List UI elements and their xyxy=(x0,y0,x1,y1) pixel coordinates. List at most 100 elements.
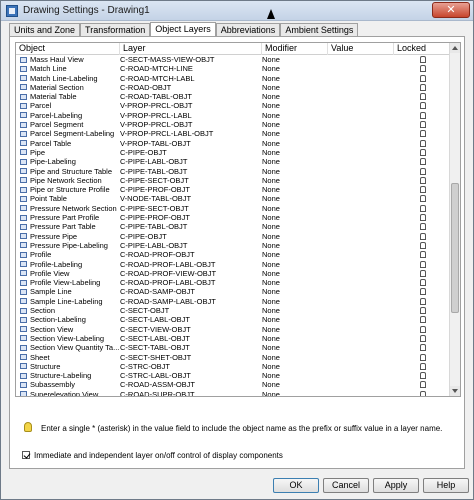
table-row[interactable]: Point Table V-NODE-TABL-OBJT None xyxy=(16,194,450,203)
lock-icon[interactable] xyxy=(420,325,426,333)
table-row[interactable]: Pipe Network Section C-PIPE-SECT-OBJT None xyxy=(16,176,450,185)
modifier-value[interactable]: None xyxy=(262,204,322,213)
independent-layer-control-checkbox[interactable] xyxy=(22,451,30,459)
table-row[interactable]: Section View C-SECT-VIEW-OBJT None xyxy=(16,325,450,334)
lock-icon[interactable] xyxy=(420,223,426,231)
modifier-value[interactable]: None xyxy=(262,74,322,83)
tab-units-and-zone[interactable]: Units and Zone xyxy=(9,23,81,37)
lock-icon[interactable] xyxy=(420,390,426,396)
table-row[interactable]: Pressure Part Profile C-PIPE-PROF-OBJT Non… xyxy=(16,213,450,222)
table-row[interactable]: Section-Labeling C-SECT-LABL-OBJT None xyxy=(16,315,450,324)
lock-icon[interactable] xyxy=(420,307,426,315)
layer-name[interactable]: C-SECT-MASS-VIEW-OBJT xyxy=(120,55,260,64)
lock-icon[interactable] xyxy=(420,111,426,119)
table-row[interactable]: Pipe-Labeling C-PIPE-LABL-OBJT None xyxy=(16,157,450,166)
lock-icon[interactable] xyxy=(420,316,426,324)
layer-name[interactable]: C-ROAD-OBJT xyxy=(120,83,260,92)
column-header-layer[interactable]: Layer xyxy=(120,43,262,55)
layer-name[interactable]: C-STRC-LABL-OBJT xyxy=(120,371,260,380)
scroll-down-icon[interactable] xyxy=(450,386,460,396)
lock-icon[interactable] xyxy=(420,251,426,259)
modifier-value[interactable]: None xyxy=(262,287,322,296)
lock-icon[interactable] xyxy=(420,186,426,194)
lock-icon[interactable] xyxy=(420,130,426,138)
lock-icon[interactable] xyxy=(420,56,426,63)
lock-icon[interactable] xyxy=(420,65,426,73)
modifier-value[interactable]: None xyxy=(262,157,322,166)
layer-name[interactable]: C-SECT-LABL-OBJT xyxy=(120,334,260,343)
modifier-value[interactable]: None xyxy=(262,167,322,176)
table-row[interactable]: Subassembly C-ROAD-ASSM-OBJT None xyxy=(16,380,450,389)
tab-abbreviations[interactable]: Abbreviations xyxy=(215,23,281,37)
modifier-value[interactable]: None xyxy=(262,176,322,185)
layer-name[interactable]: V-PROP-PRCL-OBJT xyxy=(120,101,260,110)
modifier-value[interactable]: None xyxy=(262,260,322,269)
column-header-object[interactable]: Object xyxy=(16,43,120,55)
table-row[interactable]: Match Line C-ROAD-MTCH-LINE None xyxy=(16,64,450,73)
lock-icon[interactable] xyxy=(420,297,426,305)
table-row[interactable]: Profile View-Labeling C-ROAD-PROF-LABL-OB… xyxy=(16,278,450,287)
table-row[interactable]: Pipe and Structure Table C-PIPE-TABL-OBJT… xyxy=(16,167,450,176)
lock-icon[interactable] xyxy=(420,102,426,110)
tab-ambient-settings[interactable]: Ambient Settings xyxy=(280,23,359,37)
modifier-value[interactable]: None xyxy=(262,101,322,110)
modifier-value[interactable]: None xyxy=(262,139,322,148)
layer-name[interactable]: C-SECT-VIEW-OBJT xyxy=(120,325,260,334)
lock-icon[interactable] xyxy=(420,344,426,352)
layer-name[interactable]: C-PIPE-TABL-OBJT xyxy=(120,222,260,231)
modifier-value[interactable]: None xyxy=(262,222,322,231)
layer-name[interactable]: C-ROAD-TABL-OBJT xyxy=(120,92,260,101)
modifier-value[interactable]: None xyxy=(262,185,322,194)
lock-icon[interactable] xyxy=(420,176,426,184)
layer-name[interactable]: C-ROAD-PROF-LABL-OBJT xyxy=(120,260,260,269)
layer-name[interactable]: C-PIPE-TABL-OBJT xyxy=(120,167,260,176)
scroll-thumb[interactable] xyxy=(451,183,459,313)
layer-name[interactable]: C-ROAD-ASSM-OBJT xyxy=(120,380,260,389)
layer-name[interactable]: C-PIPE-LABL-OBJT xyxy=(120,241,260,250)
layer-name[interactable]: C-ROAD-PROF-LABL-OBJT xyxy=(120,278,260,287)
tab-transformation[interactable]: Transformation xyxy=(80,23,151,37)
table-row[interactable]: Pressure Pipe-Labeling C-PIPE-LABL-OBJT No… xyxy=(16,241,450,250)
table-row[interactable]: Sample Line C-ROAD-SAMP-OBJT None xyxy=(16,287,450,296)
modifier-value[interactable]: None xyxy=(262,92,322,101)
lock-icon[interactable] xyxy=(420,204,426,212)
modifier-value[interactable]: None xyxy=(262,343,322,352)
layer-name[interactable]: V-NODE-TABL-OBJT xyxy=(120,194,260,203)
table-row[interactable]: Section C-SECT-OBJT None xyxy=(16,306,450,315)
lock-icon[interactable] xyxy=(420,167,426,175)
table-row[interactable]: Section View Quantity Ta... C-SECT-TABL-O… xyxy=(16,343,450,352)
apply-button[interactable]: Apply xyxy=(373,478,419,493)
tab-object-layers[interactable]: Object Layers xyxy=(150,22,216,37)
modifier-value[interactable]: None xyxy=(262,278,322,287)
lock-icon[interactable] xyxy=(420,121,426,129)
table-row[interactable]: Sample Line-Labeling C-ROAD-SAMP-LABL-OBJ… xyxy=(16,297,450,306)
table-row[interactable]: Material Table C-ROAD-TABL-OBJT None xyxy=(16,92,450,101)
modifier-value[interactable]: None xyxy=(262,325,322,334)
lock-icon[interactable] xyxy=(420,83,426,91)
modifier-value[interactable]: None xyxy=(262,213,322,222)
layer-name[interactable]: C-SECT-SHET-OBJT xyxy=(120,353,260,362)
lock-icon[interactable] xyxy=(420,158,426,166)
layer-name[interactable]: C-ROAD-MTCH-LINE xyxy=(120,64,260,73)
lock-icon[interactable] xyxy=(420,372,426,380)
layer-name[interactable]: V-PROP-PRCL-LABL xyxy=(120,111,260,120)
modifier-value[interactable]: None xyxy=(262,64,322,73)
vertical-scrollbar[interactable] xyxy=(449,43,460,396)
modifier-value[interactable]: None xyxy=(262,241,322,250)
table-row[interactable]: Pipe or Structure Profile C-PIPE-PROF-OBJ… xyxy=(16,185,450,194)
modifier-value[interactable]: None xyxy=(262,306,322,315)
layer-name[interactable]: C-ROAD-PROF-VIEW-OBJT xyxy=(120,269,260,278)
column-header-modifier[interactable]: Modifier xyxy=(262,43,328,55)
modifier-value[interactable]: None xyxy=(262,55,322,64)
lock-icon[interactable] xyxy=(420,74,426,82)
lock-icon[interactable] xyxy=(420,232,426,240)
layer-name[interactable]: C-PIPE-OBJT xyxy=(120,148,260,157)
layer-name[interactable]: C-PIPE-LABL-OBJT xyxy=(120,157,260,166)
modifier-value[interactable]: None xyxy=(262,148,322,157)
table-row[interactable]: Parcel-Labeling V-PROP-PRCL-LABL None xyxy=(16,111,450,120)
lock-icon[interactable] xyxy=(420,279,426,287)
lock-icon[interactable] xyxy=(420,288,426,296)
layer-name[interactable]: C-STRC-OBJT xyxy=(120,362,260,371)
layer-name[interactable]: V-PROP-PRCL-LABL-OBJT xyxy=(120,129,260,138)
ok-button[interactable]: OK xyxy=(273,478,319,493)
